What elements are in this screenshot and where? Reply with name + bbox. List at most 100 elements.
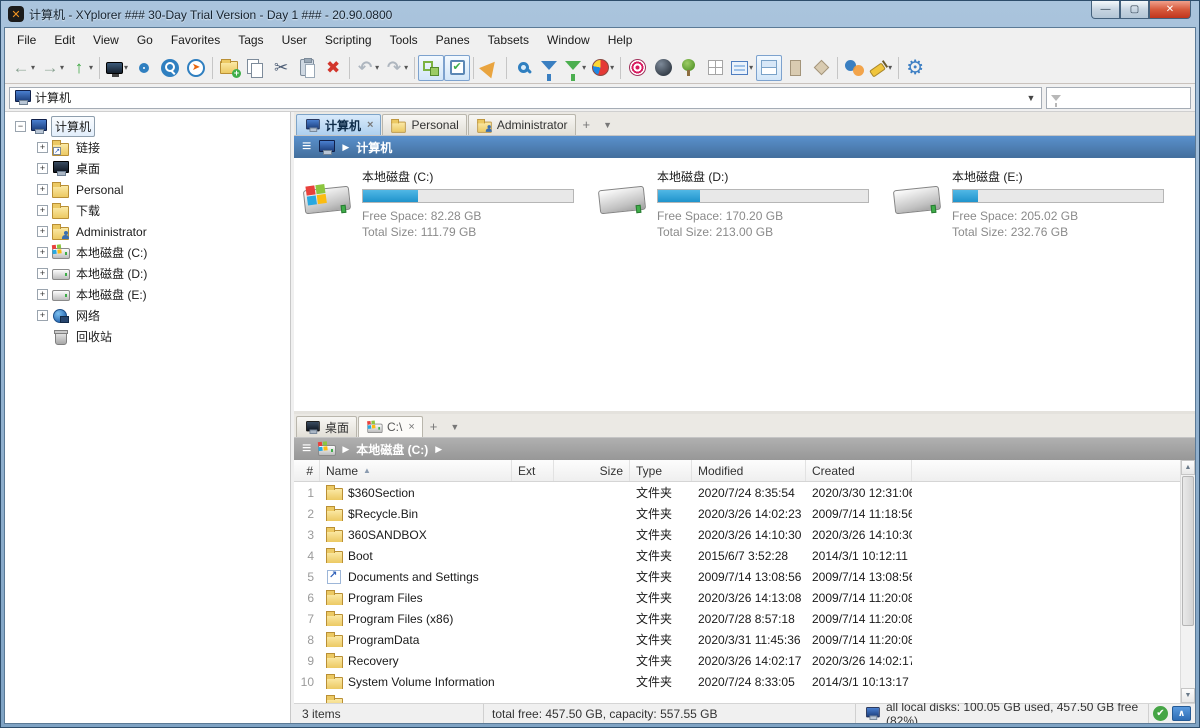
tree-item-downloads[interactable]: +下载 — [5, 200, 290, 221]
show-desktop-button[interactable]: ▾ — [103, 55, 131, 81]
details-view-button[interactable]: ▾ — [728, 55, 756, 81]
menu-tools[interactable]: Tools — [381, 29, 427, 51]
recent-locations-button[interactable]: ➤ — [183, 55, 209, 81]
breadcrumb-path[interactable]: 本地磁盘 (C:) — [356, 441, 428, 458]
quick-filter-button[interactable] — [536, 55, 562, 81]
list-row-10[interactable]: 10System Volume Information文件夹2020/7/24 … — [294, 671, 1195, 692]
menu-go[interactable]: Go — [128, 29, 162, 51]
tab-computer[interactable]: 计算机× — [296, 114, 381, 135]
tab-personal[interactable]: Personal — [382, 114, 466, 135]
new-folder-button[interactable] — [216, 55, 242, 81]
list-row-5[interactable]: 5Documents and Settings文件夹2009/7/14 13:0… — [294, 566, 1195, 587]
up-button[interactable]: ↑▾ — [67, 55, 96, 81]
column-header-ext[interactable]: Ext — [512, 460, 554, 481]
tree-expander-icon[interactable]: + — [37, 142, 48, 153]
quick-search-button[interactable] — [157, 55, 183, 81]
list-row-1[interactable]: 1$360Section文件夹2020/7/24 8:35:542020/3/3… — [294, 482, 1195, 503]
tree-item-drive-e[interactable]: +本地磁盘 (E:) — [5, 284, 290, 305]
menu-panes[interactable]: Panes — [427, 29, 479, 51]
tree-expander-icon[interactable]: + — [37, 163, 48, 174]
close-tab-icon[interactable]: × — [367, 119, 373, 131]
list-row-9[interactable]: 9Recovery文件夹2020/3/26 14:02:172020/3/26 … — [294, 650, 1195, 671]
status-expand-button[interactable]: ∧ — [1172, 706, 1191, 721]
column-header-name[interactable]: Name▲ — [320, 460, 512, 481]
copy-button[interactable] — [242, 55, 268, 81]
column-header-size[interactable]: Size — [554, 460, 630, 481]
minimize-button[interactable]: — — [1091, 1, 1120, 19]
global-filter-button[interactable]: ▾ — [562, 55, 589, 81]
menu-file[interactable]: File — [8, 29, 45, 51]
tab-desktop[interactable]: 桌面 — [296, 416, 357, 437]
column-header-created[interactable]: Created — [806, 460, 912, 481]
scroll-down-icon[interactable]: ▼ — [1181, 688, 1195, 703]
trial-info-button[interactable] — [477, 55, 503, 81]
tree-item-desktop[interactable]: +桌面 — [5, 158, 290, 179]
tree-item-personal[interactable]: +Personal — [5, 179, 290, 200]
drive-item[interactable]: 本地磁盘 (C:)Free Space: 82.28 GBTotal Size:… — [304, 168, 577, 411]
menu-burger-icon[interactable]: ≡ — [302, 441, 311, 457]
hotlist-button[interactable] — [131, 55, 157, 81]
back-button[interactable]: ←▾ — [9, 55, 38, 81]
menu-view[interactable]: View — [84, 29, 128, 51]
menu-scripting[interactable]: Scripting — [316, 29, 381, 51]
address-dropdown-button[interactable]: ▼ — [1023, 89, 1039, 107]
list-row-7[interactable]: 7Program Files (x86)文件夹2020/7/28 8:57:18… — [294, 608, 1195, 629]
scrollbar-thumb[interactable] — [1182, 476, 1194, 626]
column-header-modified[interactable]: Modified — [692, 460, 806, 481]
delete-button[interactable]: ✖ — [320, 55, 346, 81]
dark-mode-button[interactable] — [650, 55, 676, 81]
tab-list-button[interactable]: ▼ — [597, 120, 618, 130]
visual-filter-input[interactable] — [1046, 87, 1191, 109]
drive-item[interactable]: 本地磁盘 (D:)Free Space: 170.20 GBTotal Size… — [599, 168, 872, 411]
breadcrumb-path[interactable]: 计算机 — [356, 139, 392, 156]
spot-and-jump-button[interactable] — [624, 55, 650, 81]
new-tab-button[interactable]: + — [577, 117, 597, 132]
address-bar[interactable]: 计算机 ▼ — [9, 87, 1042, 109]
menu-user[interactable]: User — [273, 29, 316, 51]
scroll-up-icon[interactable]: ▲ — [1181, 460, 1195, 475]
menu-tags[interactable]: Tags — [229, 29, 272, 51]
new-tab-button[interactable]: + — [424, 419, 444, 434]
thumbnails-view-button[interactable] — [702, 55, 728, 81]
close-tab-icon[interactable]: × — [408, 421, 414, 433]
close-button[interactable]: ✕ — [1149, 1, 1191, 19]
list-row-8[interactable]: 8ProgramData文件夹2020/3/31 11:45:362009/7/… — [294, 629, 1195, 650]
toggle-checkboxes-button[interactable]: ✔ — [444, 55, 470, 81]
forward-button[interactable]: →▾ — [38, 55, 67, 81]
column-header-num[interactable]: # — [294, 460, 320, 481]
menu-help[interactable]: Help — [599, 29, 642, 51]
scrollbar-track[interactable] — [1181, 627, 1195, 688]
rotate-layout-button[interactable] — [808, 55, 834, 81]
tree-expander-icon[interactable]: + — [37, 184, 48, 195]
menu-tabsets[interactable]: Tabsets — [479, 29, 538, 51]
list-row-4[interactable]: 4Boot文件夹2015/6/7 3:52:282014/3/1 10:12:1… — [294, 545, 1195, 566]
list-row-3[interactable]: 3360SANDBOX文件夹2020/3/26 14:10:302020/3/2… — [294, 524, 1195, 545]
tree-expander-icon[interactable]: + — [37, 268, 48, 279]
tree-expander-icon[interactable]: + — [37, 310, 48, 321]
touch-up-button[interactable]: ▾ — [867, 55, 895, 81]
tree-item-drive-c[interactable]: +本地磁盘 (C:) — [5, 242, 290, 263]
tree-expander-icon[interactable]: + — [37, 205, 48, 216]
menu-window[interactable]: Window — [538, 29, 599, 51]
vertical-panes-button[interactable] — [782, 55, 808, 81]
tab-administrator[interactable]: Administrator — [468, 114, 576, 135]
configuration-button[interactable]: ⚙ — [902, 55, 928, 81]
paste-button[interactable] — [294, 55, 320, 81]
tree-expander-icon[interactable]: − — [15, 121, 26, 132]
color-filters-button[interactable] — [841, 55, 867, 81]
list-row-6[interactable]: 6Program Files文件夹2020/3/26 14:13:082009/… — [294, 587, 1195, 608]
cut-button[interactable]: ✂ — [268, 55, 294, 81]
tree-item-drive-d[interactable]: +本地磁盘 (D:) — [5, 263, 290, 284]
maximize-button[interactable]: ▢ — [1120, 1, 1149, 19]
list-row-2[interactable]: 2$Recycle.Bin文件夹2020/3/26 14:02:232009/7… — [294, 503, 1195, 524]
menu-burger-icon[interactable]: ≡ — [302, 139, 311, 155]
tree-item-links[interactable]: +↗链接 — [5, 137, 290, 158]
statistics-button[interactable]: ▾ — [589, 55, 617, 81]
menu-edit[interactable]: Edit — [45, 29, 84, 51]
tree-item-recycle-bin[interactable]: +回收站 — [5, 326, 290, 347]
folder-tree-view-button[interactable] — [676, 55, 702, 81]
column-header-type[interactable]: Type — [630, 460, 692, 481]
undo-button[interactable]: ↶▾ — [353, 55, 382, 81]
tree-expander-icon[interactable]: + — [37, 247, 48, 258]
menu-favorites[interactable]: Favorites — [162, 29, 229, 51]
